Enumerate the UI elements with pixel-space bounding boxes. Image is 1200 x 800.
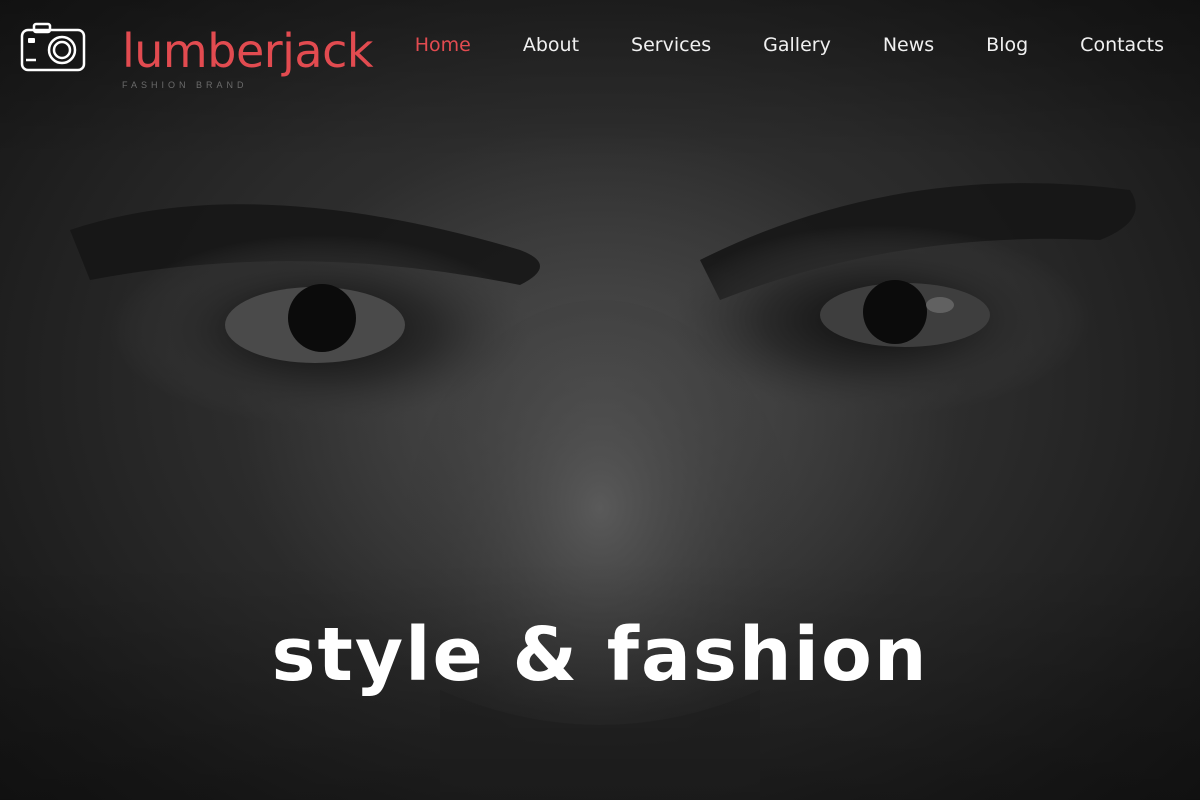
- nav-item-home[interactable]: Home: [415, 34, 471, 56]
- brand-block: lumberjack FASHION BRAND: [122, 24, 374, 90]
- brand-name: lumberjack: [122, 24, 374, 78]
- site-header: lumberjack FASHION BRAND Home About Serv…: [0, 0, 1200, 110]
- brand-tagline: FASHION BRAND: [122, 80, 248, 90]
- hero-headline: style & fashion: [271, 611, 929, 698]
- page: lumberjack FASHION BRAND Home About Serv…: [0, 0, 1200, 800]
- main-nav: Home About Services Gallery News Blog Co…: [363, 34, 1164, 56]
- nav-item-blog[interactable]: Blog: [986, 34, 1028, 56]
- nav-item-contacts[interactable]: Contacts: [1080, 34, 1164, 56]
- logo-link[interactable]: lumberjack FASHION BRAND: [20, 22, 374, 90]
- camera-icon: [20, 22, 86, 72]
- nav-item-news[interactable]: News: [883, 34, 934, 56]
- nav-item-gallery[interactable]: Gallery: [763, 34, 831, 56]
- nav-item-services[interactable]: Services: [631, 34, 711, 56]
- nav-item-about[interactable]: About: [523, 34, 579, 56]
